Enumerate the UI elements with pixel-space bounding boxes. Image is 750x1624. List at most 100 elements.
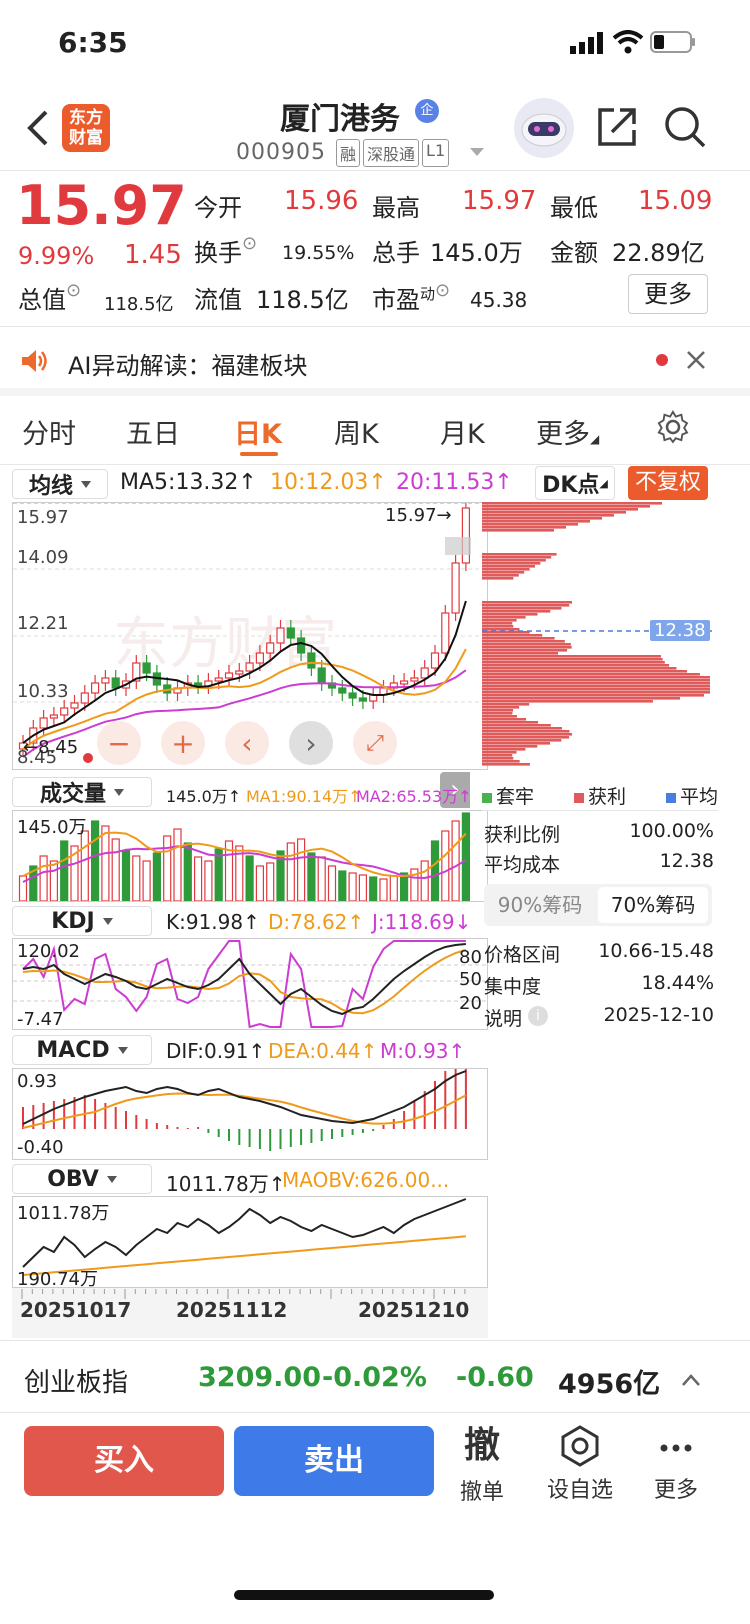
chip-bar — [482, 601, 572, 604]
candle-body — [255, 652, 264, 664]
tag-dropdown-icon[interactable] — [470, 148, 484, 156]
app-logo: 东方财富 — [62, 104, 110, 152]
chip-bar — [482, 610, 551, 613]
chip-bar — [482, 694, 704, 697]
dk-point-label: DK点 — [542, 473, 600, 498]
avg-cost-tag: 12.38 — [650, 620, 710, 641]
buy-button[interactable]: 买入 — [24, 1426, 224, 1496]
close-icon[interactable] — [686, 350, 706, 370]
chip-bar — [482, 751, 517, 754]
ai-robot-icon[interactable] — [514, 98, 574, 158]
chip-bar — [482, 517, 602, 520]
chip-bar — [482, 685, 710, 688]
ma-selector[interactable]: 均线 — [12, 469, 108, 499]
volume-bar — [194, 856, 203, 901]
info-icon[interactable]: ⊙ — [66, 280, 81, 301]
chip-bar — [482, 718, 527, 721]
volume-bar — [183, 842, 192, 901]
pe-dynamic-sup: 动 — [420, 285, 436, 303]
chip-bar — [482, 703, 530, 706]
chip-bar — [482, 763, 530, 766]
info-icon[interactable]: i — [528, 1006, 548, 1026]
volume-selector[interactable]: 成交量 — [12, 777, 152, 807]
scroll-left-button[interactable]: ‹ — [225, 721, 269, 765]
tab-monthly-k[interactable]: 月K — [440, 412, 485, 451]
macd-histogram-bar — [413, 1101, 416, 1129]
volume-bar — [358, 874, 367, 901]
note-date-value: 2025-12-10 — [603, 1004, 714, 1026]
ai-banner-text[interactable]: AI异动解读：福建板块 — [68, 346, 308, 381]
change-percent: 9.99% — [18, 242, 95, 270]
fullscreen-button[interactable]: ⤢ — [353, 721, 397, 765]
macd-selector[interactable]: MACD — [12, 1035, 152, 1065]
more-quote-button[interactable]: 更多 — [628, 274, 708, 314]
pe-label-text: 市盈 — [372, 286, 420, 314]
volume-bar — [369, 876, 378, 901]
chip-bar — [482, 646, 572, 649]
index-change: -0.60 — [456, 1362, 534, 1393]
profit-ratio-label: 获利比例 — [484, 824, 561, 846]
macd-histogram-bar — [423, 1091, 426, 1129]
sell-button[interactable]: 卖出 — [234, 1426, 434, 1496]
tab-daily-k[interactable]: 日K — [234, 412, 282, 451]
legend-average-label: 平均 — [679, 786, 718, 808]
chip-bar — [482, 604, 570, 607]
macd-panel[interactable]: 0.93 -0.40 — [12, 1068, 488, 1160]
volume-bar — [307, 852, 316, 901]
chevron-up-icon[interactable] — [680, 1372, 702, 1388]
macd-histogram-bar — [42, 1103, 45, 1129]
cancel-order-button[interactable]: 撤 撤单 — [452, 1424, 512, 1505]
chip-bar — [482, 625, 514, 628]
chip-bar — [482, 568, 530, 571]
pe-label: 市盈动⊙ — [372, 280, 450, 315]
tab-more[interactable]: 更多◢ — [536, 412, 599, 451]
chip-bar — [482, 727, 562, 730]
settings-gear-icon[interactable] — [656, 410, 690, 444]
battery-icon — [650, 31, 696, 53]
candle-body — [276, 627, 285, 644]
obv-panel[interactable]: 1011.78万 190.74万 — [12, 1196, 488, 1290]
info-icon[interactable]: ⊙ — [435, 280, 450, 301]
tab-chip-70[interactable]: 70%筹码 — [598, 887, 708, 923]
zoom-in-button[interactable]: + — [161, 721, 205, 765]
volume-panel[interactable]: 145.0万 — [12, 810, 488, 902]
obv-selector[interactable]: OBV — [12, 1164, 152, 1194]
legend-average: 平均 — [665, 782, 718, 809]
kdj-k-readout: K:91.98↑ — [166, 910, 260, 934]
index-name[interactable]: 创业板指 — [24, 1362, 128, 1399]
tab-minute[interactable]: 分时 — [22, 412, 76, 451]
macd-histogram-bar — [217, 1129, 220, 1137]
kdj-selector[interactable]: KDJ — [12, 906, 152, 936]
volume-bar — [121, 850, 131, 901]
chip-bar — [482, 667, 677, 670]
tab-chip-90[interactable]: 90%筹码 — [484, 884, 596, 926]
back-icon[interactable] — [22, 108, 52, 148]
info-icon[interactable]: ⊙ — [242, 233, 257, 254]
search-icon[interactable] — [664, 106, 706, 148]
chip-bar — [482, 577, 514, 580]
kdj-panel[interactable]: 120.02 -7.47 80 50 20 — [12, 938, 488, 1030]
stock-code: 000905 — [236, 140, 326, 165]
tab-five-day[interactable]: 五日 — [126, 412, 180, 451]
amount-label: 金额 — [550, 239, 598, 267]
kline-panel[interactable]: 东方财富 15.97 14.09 12.21 10.33 8.45 15.97→… — [12, 502, 488, 770]
candle-body — [441, 612, 450, 654]
volume-bar — [286, 842, 295, 901]
add-watchlist-button[interactable]: 设自选 — [538, 1424, 622, 1504]
zoom-out-button[interactable]: − — [97, 721, 141, 765]
chip-bar — [482, 637, 555, 640]
share-icon[interactable] — [596, 106, 638, 148]
amount-value: 22.89亿 — [612, 239, 705, 267]
tab-weekly-k[interactable]: 周K — [334, 412, 379, 451]
home-indicator — [234, 1590, 494, 1600]
chip-legend: 套牢 获利 平均 — [482, 782, 718, 809]
no-adjust-button[interactable]: 不复权 — [628, 466, 708, 500]
more-actions-button[interactable]: 更多 — [648, 1424, 704, 1504]
kdj-level-50: 50 — [459, 969, 482, 990]
scroll-right-button[interactable]: › — [289, 721, 333, 765]
dk-point-button[interactable]: DK点 ◢ — [535, 466, 615, 500]
chip-bar — [482, 673, 700, 676]
macd-histogram-bar — [351, 1129, 354, 1135]
chevron-down-icon — [117, 1046, 128, 1054]
volume-bar — [163, 835, 172, 901]
